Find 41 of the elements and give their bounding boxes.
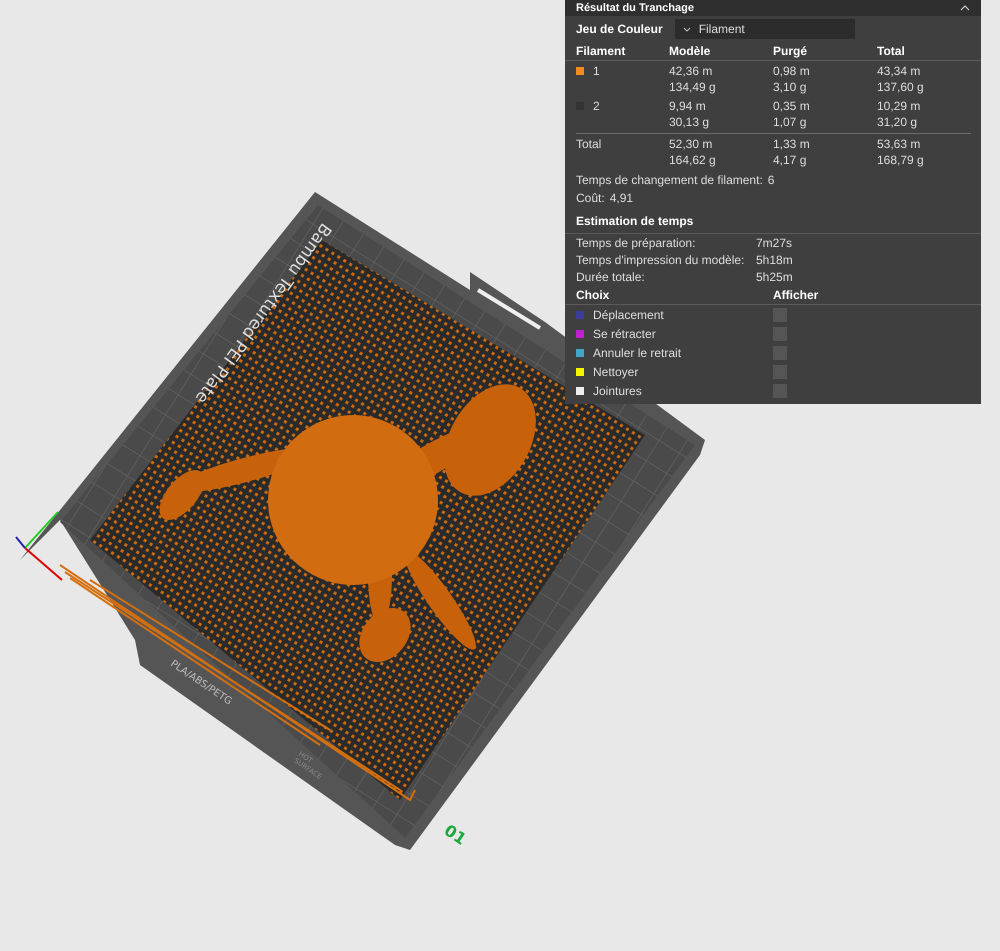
column-header: Purgé	[773, 42, 808, 60]
cost-label: Coût:	[576, 190, 605, 206]
panel-title: Résultat du Tranchage	[576, 2, 694, 14]
legend-label: Déplacement	[593, 306, 664, 324]
time-value: 5h18m	[756, 252, 794, 269]
column-header: Total	[877, 42, 906, 60]
color-scheme-dropdown[interactable]: Filament	[674, 19, 855, 39]
filament-number: 1	[593, 63, 600, 79]
column-header: Choix	[576, 286, 610, 304]
filament-change-label: Temps de changement de filament:	[576, 172, 763, 188]
plate-number: 01	[440, 820, 470, 849]
legend-label: Annuler le retrait	[593, 344, 682, 362]
legend-label: Se rétracter	[593, 326, 656, 342]
column-header: Modèle	[669, 42, 712, 60]
time-label: Durée totale:	[576, 269, 646, 286]
column-header: Afficher	[773, 286, 820, 304]
time-label: Temps d'impression du modèle:	[576, 252, 746, 269]
filament-change-value: 6	[768, 172, 774, 188]
total-label: Total	[576, 136, 602, 153]
total-usage: 53,63 m 168,79 g	[877, 136, 925, 168]
chevron-down-icon	[682, 26, 691, 32]
time-label: Temps de préparation:	[576, 235, 696, 252]
legend-label: Jointures	[593, 382, 642, 400]
purged-usage: 0,35 m 1,07 g	[773, 98, 811, 130]
cost-value: 4,91	[610, 190, 634, 206]
column-header: Filament	[576, 42, 626, 60]
color-scheme-label: Jeu de Couleur	[576, 21, 663, 38]
filament-number: 2	[593, 98, 600, 114]
legend-label: Nettoyer	[593, 364, 638, 380]
model-usage: 9,94 m 30,13 g	[669, 98, 710, 130]
collapse-icon[interactable]	[960, 5, 970, 11]
purged-usage: 1,33 m 4,17 g	[773, 136, 811, 168]
time-value: 5h25m	[756, 269, 794, 286]
axes-icon	[15, 511, 63, 581]
model-usage: 52,30 m 164,62 g	[669, 136, 717, 168]
time-value: 7m27s	[756, 235, 794, 252]
model-usage: 42,36 m 134,49 g	[669, 63, 717, 95]
section-title: Estimation de temps	[576, 213, 694, 230]
total-usage: 10,29 m 31,20 g	[877, 98, 922, 130]
purged-usage: 0,98 m 3,10 g	[773, 63, 811, 95]
total-usage: 43,34 m 137,60 g	[877, 63, 925, 95]
